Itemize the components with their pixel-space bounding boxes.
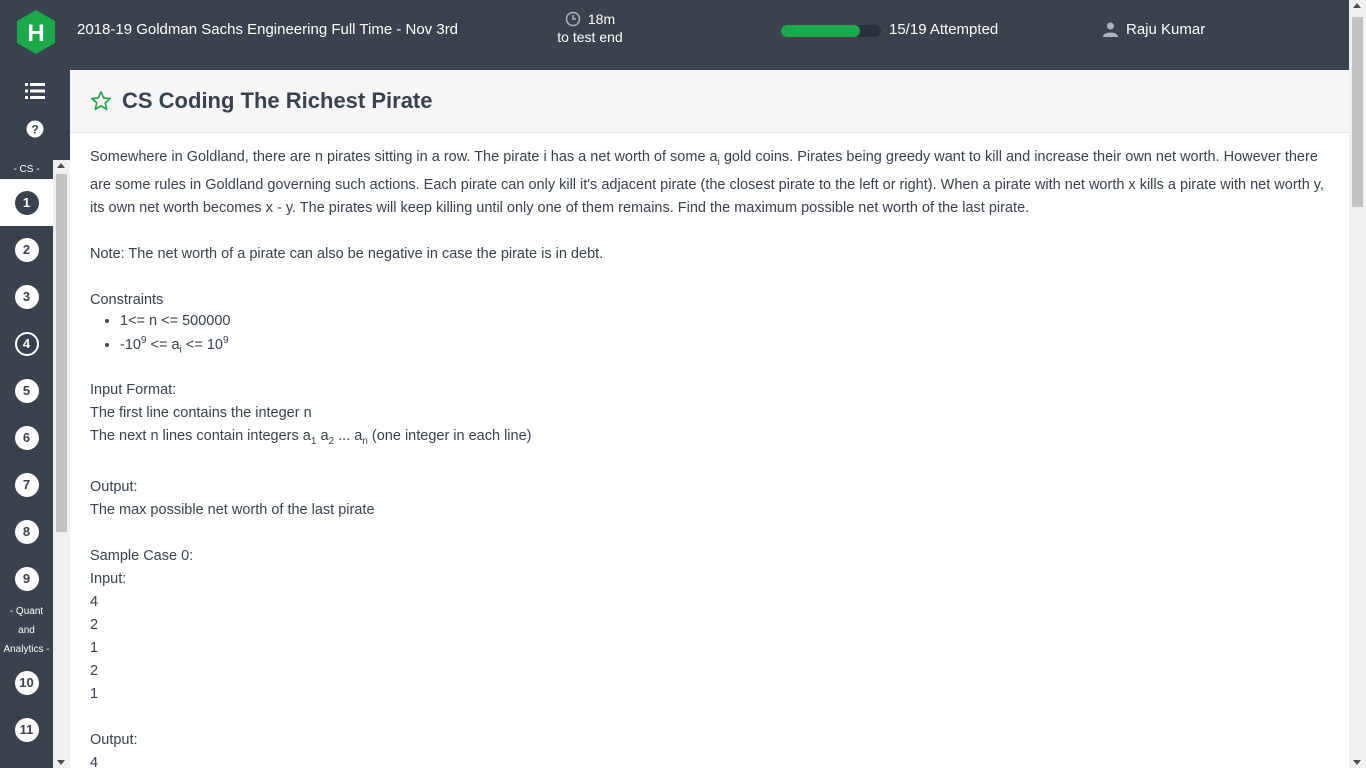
- constraint-item: 1<= n <= 500000: [120, 312, 1329, 331]
- help-button[interactable]: ?: [24, 118, 46, 140]
- question-list-button[interactable]: [24, 80, 46, 102]
- question-nav-item-3[interactable]: 3: [0, 273, 53, 320]
- sidebar-section-label: - Quant: [9, 606, 44, 617]
- question-title: CS Coding The Richest Pirate: [122, 88, 433, 113]
- question-number: 8: [14, 519, 39, 544]
- question-nav-item-1[interactable]: 1: [0, 179, 53, 226]
- note: Note: The net worth of a pirate can also…: [90, 245, 604, 262]
- sidebar-section-label: - CS -: [13, 164, 40, 175]
- constraint-text: <= 10: [181, 336, 223, 353]
- clock-icon: [565, 11, 581, 27]
- user-menu[interactable]: Raju Kumar: [1103, 21, 1205, 38]
- hackerrank-logo-icon[interactable]: H: [15, 9, 57, 55]
- list-icon: [25, 83, 45, 99]
- question-nav-item-11[interactable]: 11: [0, 706, 53, 753]
- question-panel: CS Coding The Richest Pirate Somewhere i…: [70, 70, 1349, 768]
- question-nav-item-10[interactable]: 10: [0, 659, 53, 706]
- question-number: 2: [14, 237, 39, 262]
- user-icon: [1103, 22, 1118, 37]
- question-nav-item-5[interactable]: 5: [0, 367, 53, 414]
- question-number: 11: [14, 717, 39, 742]
- output-description: The max possible net worth of the last p…: [90, 501, 375, 518]
- input-text: The next n lines contain integers a: [90, 427, 311, 444]
- question-number: 5: [14, 378, 39, 403]
- question-nav-item-9[interactable]: 9: [0, 555, 53, 602]
- question-list: - CS - 1 2 3 4 5 6 7 8 9 - Quant and Analytics - 10 11: [0, 160, 53, 768]
- constraints-list: 1<= n <= 500000 -109 <= ai <= 109: [90, 312, 1329, 360]
- question-header: CS Coding The Richest Pirate: [70, 70, 1349, 133]
- constraint-text: -10: [120, 336, 141, 353]
- problem-description: Somewhere in Goldland, there are n pirat…: [90, 146, 1329, 220]
- star-outline-icon[interactable]: [90, 90, 112, 112]
- sample-input-line: 4: [90, 593, 99, 610]
- question-number: 1: [14, 190, 39, 215]
- sample-input-line: 2: [90, 616, 99, 633]
- input-text: a: [316, 427, 329, 444]
- svg-text:?: ?: [31, 123, 38, 137]
- help-icon: ?: [26, 120, 44, 138]
- question-sidebar: ? - CS - 1 2 3 4 5 6 7 8 9 - Quant and Analytics - 10…: [0, 70, 70, 768]
- input-format-line: The next n lines contain integers a1 a2 …: [90, 425, 1329, 453]
- constraint-text: <= a: [146, 336, 180, 353]
- sample-input-line: 2: [90, 662, 99, 679]
- question-number: 7: [14, 472, 39, 497]
- desc-text-1: Somewhere in Goldland, there are n pirat…: [90, 149, 718, 165]
- sidebar-scrollbar[interactable]: [53, 160, 70, 768]
- attempted-count: 15/19 Attempted: [889, 21, 999, 38]
- attempted-progress-bar: [781, 25, 881, 37]
- question-number: 10: [14, 670, 39, 695]
- sidebar-section-label: Analytics -: [3, 644, 50, 655]
- input-text: (one integer in each line): [367, 427, 532, 444]
- question-nav-item-2[interactable]: 2: [0, 226, 53, 273]
- input-format-line: The first line contains the integer n: [90, 404, 312, 421]
- question-nav-item-8[interactable]: 8: [0, 508, 53, 555]
- sidebar-tools: ?: [0, 70, 70, 160]
- user-name: Raju Kumar: [1126, 21, 1206, 38]
- question-nav-item-6[interactable]: 6: [0, 414, 53, 461]
- scroll-down-arrow-icon[interactable]: [57, 760, 65, 765]
- constraint-item: -109 <= ai <= 109: [120, 331, 1329, 360]
- question-nav-item-7[interactable]: 7: [0, 461, 53, 508]
- sample-output-value: 4: [90, 754, 99, 768]
- input-text: ... a: [334, 427, 363, 444]
- output-heading: Output:: [90, 478, 138, 495]
- sample-input-lines: 4 2 1 2 1: [90, 591, 1329, 706]
- sample-input-line: 1: [90, 639, 99, 656]
- sample-input-line: 1: [90, 685, 99, 702]
- question-number: 3: [14, 284, 39, 309]
- problem-statement: Somewhere in Goldland, there are n pirat…: [70, 133, 1349, 768]
- question-number: 9: [14, 566, 39, 591]
- question-number: 6: [14, 425, 39, 450]
- question-nav-item-4[interactable]: 4: [0, 320, 53, 367]
- sample-input-heading: Input:: [90, 570, 127, 587]
- constraint-sup: 9: [222, 334, 229, 346]
- sample-output-heading: Output:: [90, 731, 138, 748]
- question-number: 4: [14, 331, 39, 356]
- timer-label: to test end: [557, 29, 623, 45]
- timer-value: 18m: [587, 11, 616, 27]
- main-scroll-down-arrow-icon[interactable]: [1353, 760, 1361, 765]
- constraints-heading: Constraints: [90, 291, 164, 308]
- timer: 18m to test end: [545, 11, 635, 45]
- scroll-up-arrow-icon[interactable]: [57, 163, 65, 168]
- main-scrollbar[interactable]: [1349, 0, 1366, 768]
- sample-case-heading: Sample Case 0:: [90, 547, 194, 564]
- progress-fill: [781, 25, 860, 37]
- sidebar-scroll-thumb[interactable]: [56, 174, 67, 532]
- top-header: H 2018-19 Goldman Sachs Engineering Full…: [0, 0, 1366, 70]
- main-scroll-up-arrow-icon[interactable]: [1353, 3, 1361, 8]
- input-format-heading: Input Format:: [90, 381, 177, 398]
- main-scroll-thumb[interactable]: [1352, 17, 1363, 207]
- logo-letter: H: [27, 20, 44, 47]
- test-title: 2018-19 Goldman Sachs Engineering Full T…: [77, 21, 459, 38]
- sidebar-section-label: and: [18, 625, 35, 636]
